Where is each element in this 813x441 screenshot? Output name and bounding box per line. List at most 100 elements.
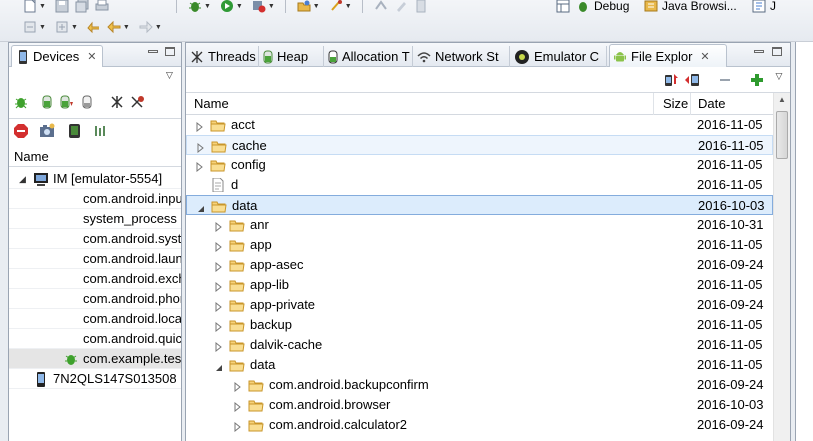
cause-gc-icon[interactable] xyxy=(79,94,95,110)
expand-arrow-icon[interactable] xyxy=(234,420,242,433)
push-file-icon[interactable] xyxy=(684,72,700,88)
toolbar-extra-dropdown-icon[interactable]: ▼ xyxy=(39,24,46,31)
file-row[interactable]: app-private 2016-09-24 xyxy=(186,295,773,315)
external-tools-icon[interactable] xyxy=(251,0,267,14)
expand-arrow-icon[interactable] xyxy=(215,260,223,273)
file-row[interactable]: app-lib 2016-11-05 xyxy=(186,275,773,295)
file-row[interactable]: data 2016-11-05 xyxy=(186,355,773,375)
back-icon[interactable] xyxy=(106,19,122,35)
scrollbar-thumb[interactable] xyxy=(776,111,788,159)
devices-column-name[interactable]: Name xyxy=(9,147,181,167)
next-annotation-dropdown-icon[interactable]: ▼ xyxy=(71,24,78,31)
file-row[interactable]: com.android.browser 2016-10-03 xyxy=(186,395,773,415)
device-tree-row[interactable]: com.example.test xyxy=(9,349,181,369)
tab-devices[interactable]: Devices ✕ xyxy=(11,45,104,67)
tab-heap[interactable]: Heap xyxy=(260,46,324,67)
open-perspective-icon[interactable] xyxy=(555,0,571,14)
device-tree-row[interactable]: com.android.input xyxy=(9,189,181,209)
search-icon[interactable] xyxy=(328,0,344,14)
device-tree-row[interactable]: com.android.locat xyxy=(9,309,181,329)
save-all-icon[interactable] xyxy=(74,0,90,14)
column-header-date[interactable]: Date xyxy=(698,96,725,111)
tab-emulator-control[interactable]: Emulator C xyxy=(511,46,607,67)
next-annotation-icon[interactable] xyxy=(54,19,70,35)
device-tree-row[interactable]: 7N2QLS147S013508 xyxy=(9,369,181,389)
expand-arrow-icon[interactable] xyxy=(234,380,242,393)
collapse-arrow-icon[interactable] xyxy=(215,360,223,371)
maximize-icon[interactable] xyxy=(772,47,782,56)
print-icon[interactable] xyxy=(94,0,110,14)
file-row[interactable]: app 2016-11-05 xyxy=(186,235,773,255)
tab-file-explorer[interactable]: File Explor ✕ xyxy=(609,44,727,67)
screen-capture-icon[interactable] xyxy=(39,123,55,139)
tab-network-statistics[interactable]: Network St xyxy=(414,46,510,67)
start-method-profiling-icon[interactable] xyxy=(129,94,145,110)
file-row[interactable]: dalvik-cache 2016-11-05 xyxy=(186,335,773,355)
dump-hprof-icon[interactable] xyxy=(59,94,75,110)
toolbar-extra-icon[interactable] xyxy=(22,19,38,35)
run-dropdown-icon[interactable]: ▼ xyxy=(236,3,243,10)
device-tree-row[interactable]: system_process xyxy=(9,209,181,229)
forward-dropdown-icon[interactable]: ▼ xyxy=(155,24,162,31)
file-row[interactable]: anr 2016-10-31 xyxy=(186,215,773,235)
debug-dropdown-icon[interactable]: ▼ xyxy=(204,3,211,10)
device-tree-row[interactable]: com.android.exch xyxy=(9,269,181,289)
update-threads-icon[interactable] xyxy=(109,94,125,110)
file-row[interactable]: com.android.backupconfirm 2016-09-24 xyxy=(186,375,773,395)
file-row[interactable]: acct 2016-11-05 xyxy=(186,115,773,135)
expand-arrow-icon[interactable] xyxy=(215,300,223,313)
file-row[interactable]: data 2016-10-03 xyxy=(186,195,773,215)
maximize-icon[interactable] xyxy=(165,47,175,56)
run-icon[interactable] xyxy=(219,0,235,14)
new-icon[interactable] xyxy=(22,0,38,14)
device-tree-row[interactable]: ◢ IM [emulator-5554] xyxy=(9,169,181,189)
perspective-java-browsing[interactable]: Java Browsi... xyxy=(639,0,737,16)
column-divider[interactable] xyxy=(690,93,691,115)
debug-process-icon[interactable] xyxy=(13,94,29,110)
file-row[interactable]: backup 2016-11-05 xyxy=(186,315,773,335)
last-edit-icon[interactable] xyxy=(86,19,102,35)
external-tools-dropdown-icon[interactable]: ▼ xyxy=(268,3,275,10)
stop-process-icon[interactable] xyxy=(13,123,29,139)
expand-arrow-icon[interactable] xyxy=(234,400,242,413)
expand-arrow-icon[interactable] xyxy=(215,340,223,353)
device-tree-row[interactable]: com.android.quicl xyxy=(9,329,181,349)
vertical-scrollbar[interactable]: ▲ xyxy=(773,93,790,441)
paragraph-icon[interactable] xyxy=(413,0,429,14)
expand-arrow-icon[interactable] xyxy=(196,120,204,133)
expand-arrow-icon[interactable] xyxy=(215,240,223,253)
pull-file-icon[interactable] xyxy=(664,72,680,88)
file-row[interactable]: app-asec 2016-09-24 xyxy=(186,255,773,275)
device-tree-row[interactable]: com.android.syste xyxy=(9,229,181,249)
toggle-mark-icon[interactable] xyxy=(373,0,389,14)
tab-threads[interactable]: Threads xyxy=(187,46,259,67)
expand-arrow-icon[interactable] xyxy=(215,320,223,333)
forward-icon[interactable] xyxy=(138,19,154,35)
dump-view-hierarchy-icon[interactable] xyxy=(67,123,83,139)
delete-icon[interactable] xyxy=(717,72,733,88)
tab-allocation-tracker[interactable]: Allocation T xyxy=(325,46,413,67)
device-tree-row[interactable]: com.android.phor xyxy=(9,289,181,309)
minimize-icon[interactable] xyxy=(754,50,764,53)
file-row[interactable]: cache 2016-11-05 xyxy=(186,135,773,155)
expand-arrow-icon[interactable] xyxy=(215,220,223,233)
minimize-icon[interactable] xyxy=(148,50,158,53)
file-row[interactable]: com.android.calculator2 2016-09-24 xyxy=(186,415,773,435)
perspective-debug[interactable]: Debug xyxy=(551,0,629,16)
edit-pencil-icon[interactable] xyxy=(393,0,409,14)
column-divider[interactable] xyxy=(653,93,654,115)
open-type-dropdown-icon[interactable]: ▼ xyxy=(313,3,320,10)
file-row[interactable]: config 2016-11-05 xyxy=(186,155,773,175)
column-header-size[interactable]: Size xyxy=(663,96,688,111)
column-header-name[interactable]: Name xyxy=(194,96,229,111)
open-type-icon[interactable] xyxy=(296,0,312,14)
expand-arrow-icon[interactable] xyxy=(196,160,204,173)
close-icon[interactable]: ✕ xyxy=(700,50,709,63)
search-dropdown-icon[interactable]: ▼ xyxy=(345,3,352,10)
scroll-up-icon[interactable]: ▲ xyxy=(778,95,786,104)
debug-bug-icon[interactable] xyxy=(187,0,203,14)
update-heap-icon[interactable] xyxy=(39,94,55,110)
save-icon[interactable] xyxy=(54,0,70,14)
expand-arrow-icon[interactable] xyxy=(215,280,223,293)
view-menu-icon[interactable]: ▽ xyxy=(166,70,173,81)
